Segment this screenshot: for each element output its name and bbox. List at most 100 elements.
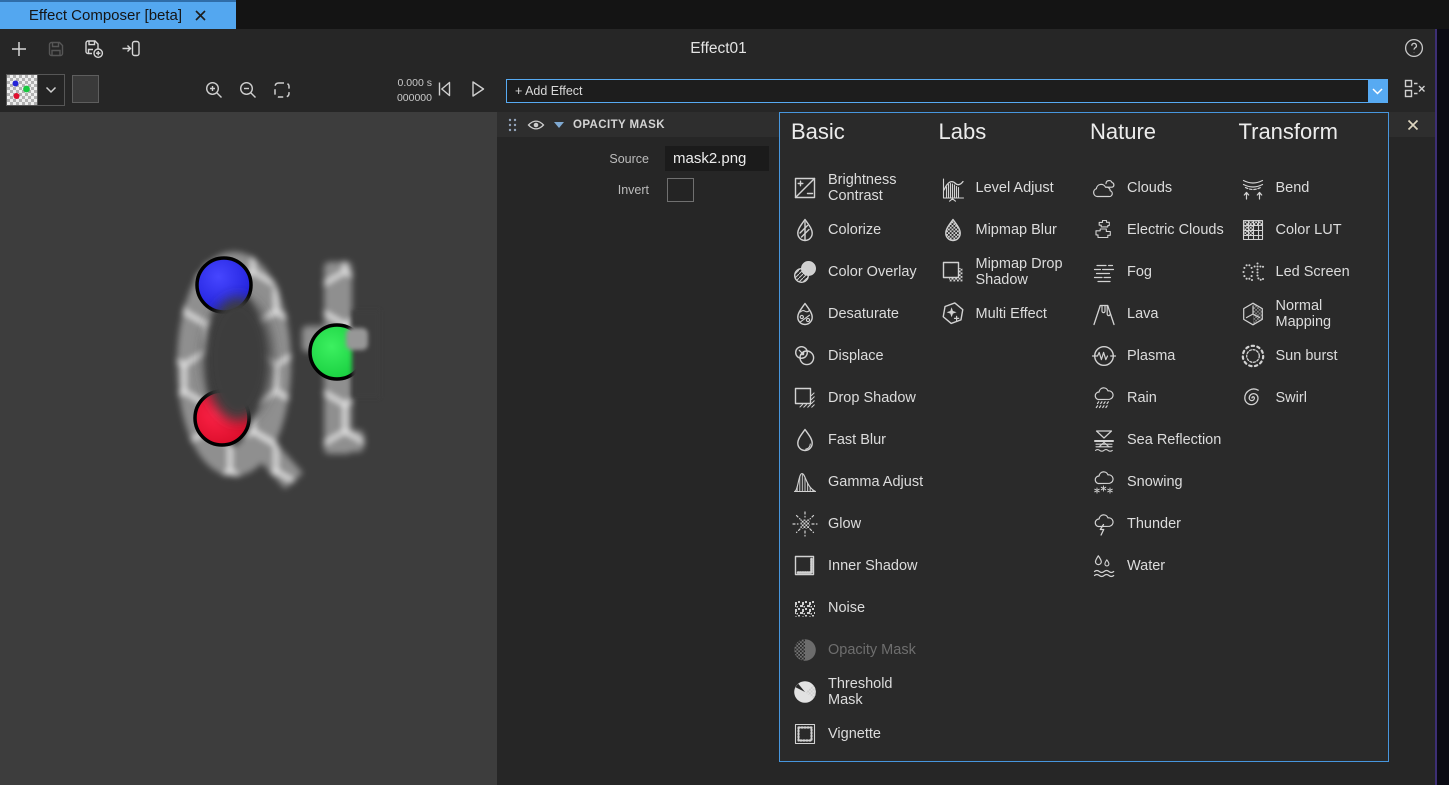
effect-item-label: Opacity Mask — [828, 642, 916, 658]
help-icon[interactable] — [1404, 38, 1424, 58]
effect-preview-viewport[interactable] — [0, 112, 497, 785]
effect-item-level-adjust[interactable]: Level Adjust — [939, 167, 1091, 209]
effect-item-label: Lava — [1127, 306, 1158, 322]
effect-item-glow[interactable]: Glow — [791, 503, 939, 545]
effect-item-mipmap-drop-shadow[interactable]: Mipmap Drop Shadow — [939, 251, 1091, 293]
swirl-icon — [1239, 384, 1267, 412]
save-icon[interactable] — [45, 38, 67, 60]
effect-item-displace[interactable]: Displace — [791, 335, 939, 377]
plus-icon[interactable] — [8, 38, 30, 60]
effect-item-fast-blur[interactable]: Fast Blur — [791, 419, 939, 461]
custom-preview-color-swatch[interactable] — [72, 75, 99, 103]
effect-item-color-overlay[interactable]: Color Overlay — [791, 251, 939, 293]
add-effect-combobox[interactable]: + Add Effect — [506, 79, 1388, 103]
tab-label: Effect Composer [beta] — [29, 7, 182, 24]
effect-item-clouds[interactable]: Clouds — [1090, 167, 1239, 209]
category-header-labs: Labs — [939, 119, 1091, 153]
effect-item-water[interactable]: Water — [1090, 545, 1239, 587]
effect-item-label: Level Adjust — [976, 180, 1054, 196]
source-field[interactable]: mask2.png — [665, 146, 769, 171]
tab-effect-composer[interactable]: Effect Composer [beta] — [0, 0, 236, 29]
effect-item-fog[interactable]: Fog — [1090, 251, 1239, 293]
effect-item-swirl[interactable]: Swirl — [1239, 377, 1389, 419]
chevron-down-icon[interactable] — [554, 122, 564, 128]
effect-item-normal-mapping[interactable]: Normal Mapping — [1239, 293, 1389, 335]
effect-item-label: Color LUT — [1276, 222, 1342, 238]
mipmap-drop-shadow-icon — [939, 258, 967, 286]
effect-item-colorize[interactable]: Colorize — [791, 209, 939, 251]
effect-item-lava[interactable]: Lava — [1090, 293, 1239, 335]
effect-item-snowing[interactable]: Snowing — [1090, 461, 1239, 503]
chevron-down-icon[interactable] — [37, 75, 64, 105]
effect-item-label: Displace — [828, 348, 884, 364]
glow-icon — [791, 510, 819, 538]
normal-mapping-icon — [1239, 300, 1267, 328]
multi-effect-icon — [939, 300, 967, 328]
effect-item-plasma[interactable]: Plasma — [1090, 335, 1239, 377]
invert-label: Invert — [497, 183, 665, 197]
threshold-mask-icon — [791, 678, 819, 706]
zoom-in-icon[interactable] — [204, 80, 224, 100]
effect-item-vignette[interactable]: Vignette — [791, 713, 939, 755]
effect-composer-window: Effect Composer [beta] — [0, 0, 1449, 785]
effect-item-label: Fog — [1127, 264, 1152, 280]
effect-item-label: Rain — [1127, 390, 1157, 406]
effect-item-label: Bend — [1276, 180, 1310, 196]
inner-shadow-icon — [791, 552, 819, 580]
water-icon — [1090, 552, 1118, 580]
effect-item-label: Normal Mapping — [1276, 298, 1364, 330]
preview-source-selector[interactable] — [6, 74, 65, 106]
effect-item-threshold-mask[interactable]: Threshold Mask — [791, 671, 939, 713]
effect-item-label: Electric Clouds — [1127, 222, 1224, 238]
close-icon[interactable] — [194, 9, 207, 22]
vignette-icon — [791, 720, 819, 748]
effect-item-noise[interactable]: Noise — [791, 587, 939, 629]
effect-item-drop-shadow[interactable]: Drop Shadow — [791, 377, 939, 419]
clouds-icon — [1090, 174, 1118, 202]
effect-item-sun-burst[interactable]: Sun burst — [1239, 335, 1389, 377]
effect-item-bend[interactable]: Bend — [1239, 167, 1389, 209]
eye-icon[interactable] — [527, 119, 545, 131]
effect-item-rain[interactable]: Rain — [1090, 377, 1239, 419]
clear-effects-icon[interactable] — [1403, 78, 1427, 102]
effect-item-multi-effect[interactable]: Multi Effect — [939, 293, 1091, 335]
invert-checkbox[interactable] — [667, 178, 694, 202]
skip-to-start-icon[interactable] — [434, 80, 454, 98]
bend-icon — [1239, 174, 1267, 202]
effect-item-gamma-adjust[interactable]: Gamma Adjust — [791, 461, 939, 503]
effect-item-thunder[interactable]: Thunder — [1090, 503, 1239, 545]
effect-category-nature: NatureCloudsElectric CloudsFogLavaPlasma… — [1090, 119, 1239, 761]
effect-item-brightness-contrast[interactable]: Brightness Contrast — [791, 167, 939, 209]
composition-title: Effect01 — [0, 29, 1437, 68]
fit-to-view-icon[interactable] — [272, 80, 292, 100]
desaturate-icon — [791, 300, 819, 328]
effect-item-led-screen[interactable]: Led Screen — [1239, 251, 1389, 293]
add-effect-label: + Add Effect — [507, 80, 1368, 102]
sea-reflection-icon — [1090, 426, 1118, 454]
tab-bar: Effect Composer [beta] — [0, 0, 1449, 29]
effect-item-label: Clouds — [1127, 180, 1172, 196]
effect-item-inner-shadow[interactable]: Inner Shadow — [791, 545, 939, 587]
effect-item-desaturate[interactable]: Desaturate — [791, 293, 939, 335]
close-icon[interactable] — [1407, 119, 1419, 131]
effect-item-electric-clouds[interactable]: Electric Clouds — [1090, 209, 1239, 251]
led-screen-icon — [1239, 258, 1267, 286]
effect-item-label: Gamma Adjust — [828, 474, 923, 490]
snowing-icon — [1090, 468, 1118, 496]
chevron-down-icon[interactable] — [1368, 80, 1387, 102]
noise-icon — [791, 594, 819, 622]
lava-icon — [1090, 300, 1118, 328]
drag-handle-icon[interactable] — [507, 117, 518, 133]
effect-item-label: Color Overlay — [828, 264, 917, 280]
effect-item-label: Sea Reflection — [1127, 432, 1221, 448]
effect-item-sea-reflection[interactable]: Sea Reflection — [1090, 419, 1239, 461]
export-icon[interactable] — [119, 38, 141, 60]
effect-item-label: Snowing — [1127, 474, 1183, 490]
preview-toolbar: 0.000 s 000000 — [0, 68, 497, 112]
effect-item-mipmap-blur[interactable]: Mipmap Blur — [939, 209, 1091, 251]
effect-item-color-lut[interactable]: Color LUT — [1239, 209, 1389, 251]
play-icon[interactable] — [467, 80, 487, 98]
effect-item-label: Mipmap Blur — [976, 222, 1057, 238]
save-as-icon[interactable] — [82, 38, 104, 60]
zoom-out-icon[interactable] — [238, 80, 258, 100]
